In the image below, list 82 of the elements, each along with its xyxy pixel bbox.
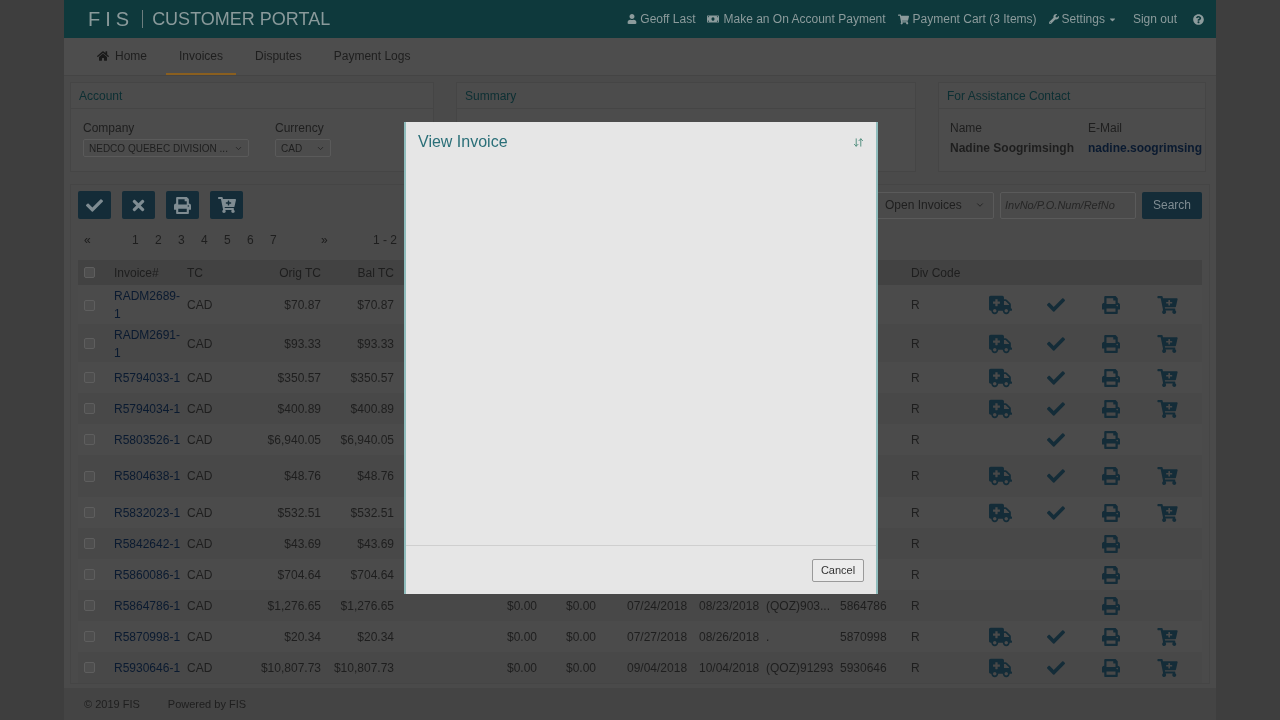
cancel-button[interactable]: Cancel [812,558,864,582]
cart-plus-icon[interactable] [1156,334,1178,353]
cart-plus-icon[interactable] [1156,399,1178,418]
help-icon[interactable] [1193,13,1204,25]
logo: FIS [88,7,136,32]
print-icon[interactable] [1101,658,1121,677]
check-icon[interactable] [1046,658,1065,677]
print-button[interactable] [166,191,199,219]
print-icon[interactable] [1101,368,1121,387]
first-page-link[interactable]: « [84,230,132,249]
check-icon[interactable] [1046,334,1065,353]
print-icon[interactable] [1101,503,1121,522]
checkbox[interactable] [84,267,95,279]
ambulance-icon[interactable] [988,295,1012,316]
print-icon[interactable] [1101,399,1121,418]
portal-title: CUSTOMER PORTAL [152,7,331,31]
panel-title: For Assistance Contact [947,87,1071,105]
cart-plus-icon[interactable] [1156,658,1178,677]
settings-menu[interactable]: Settings [1048,10,1117,28]
cart-plus-icon[interactable] [1156,467,1178,485]
check-icon[interactable] [1046,399,1065,418]
payment-link[interactable]: Make an On Account Payment [707,10,886,28]
table-cell: . [766,629,770,644]
invoice-link[interactable]: R5804638-1 [110,467,182,485]
ambulance-icon[interactable] [988,502,1012,523]
invoice-link[interactable]: RADM2689-1 [110,287,182,324]
invoice-link[interactable]: R5803526-1 [110,430,182,449]
email-link[interactable]: nadine.soogrimsing [1088,139,1202,157]
invoice-link[interactable]: R5864786-1 [110,596,182,615]
invoice-link[interactable]: RADM2691-1 [110,325,182,362]
cart-link[interactable]: Payment Cart (3 Items) [897,10,1037,28]
invoice-link[interactable]: R5832023-1 [110,503,182,522]
add-to-cart-button[interactable] [210,191,243,219]
cart-plus-icon[interactable] [1156,503,1178,522]
wrench-icon [1048,14,1059,24]
user-link[interactable]: Geoff Last [627,10,696,28]
check-icon[interactable] [1046,296,1065,315]
cart-plus-icon[interactable] [1156,296,1178,315]
last-page-link[interactable]: » [321,230,373,249]
close-button[interactable] [122,191,155,219]
sort-icon[interactable] [853,136,864,148]
ambulance-icon[interactable] [988,657,1012,678]
panel-title: Summary [465,87,517,105]
cart-plus-icon[interactable] [1156,627,1178,646]
check-icon[interactable] [1046,627,1065,646]
check-icon[interactable] [1046,368,1065,387]
chevron-icon [975,200,985,210]
invoice-link[interactable]: R5794033-1 [110,368,182,387]
panel-title: Account [79,87,123,105]
print-icon[interactable] [1101,334,1121,353]
ambulance-icon[interactable] [988,333,1012,354]
invoice-link[interactable]: R5842642-1 [110,534,182,553]
ambulance-icon[interactable] [988,466,1012,486]
invoice-link[interactable]: R5870998-1 [110,627,182,646]
print-icon[interactable] [1101,467,1121,485]
check-icon[interactable] [1046,467,1065,485]
print-icon [174,196,191,214]
check-icon[interactable] [1046,430,1065,449]
print-icon[interactable] [1101,430,1121,449]
sign-out-link[interactable]: Sign out [1132,10,1177,28]
ambulance-icon[interactable] [988,626,1012,647]
ambulance-icon[interactable] [988,398,1012,419]
money-icon [707,13,720,25]
invoice-link[interactable]: R5930646-1 [110,658,182,677]
check-icon[interactable] [1046,503,1065,522]
cart-icon [897,13,909,25]
home-icon [97,49,109,62]
approve-button[interactable] [78,191,111,219]
print-icon[interactable] [1101,565,1121,584]
user-icon [627,14,638,24]
print-icon[interactable] [1101,627,1121,646]
print-icon[interactable] [1101,596,1121,615]
cart-plus-icon[interactable] [1156,368,1178,387]
invoice-link[interactable]: R5794034-1 [110,399,182,418]
check-icon [86,196,103,214]
print-icon[interactable] [1101,296,1121,315]
cart-plus-icon [217,196,236,214]
search-button[interactable]: Search [1142,191,1202,219]
modal-title: View Invoice [418,132,508,152]
invoice-link[interactable]: R5860086-1 [110,565,182,584]
ambulance-icon[interactable] [988,367,1012,388]
print-icon[interactable] [1101,534,1121,553]
